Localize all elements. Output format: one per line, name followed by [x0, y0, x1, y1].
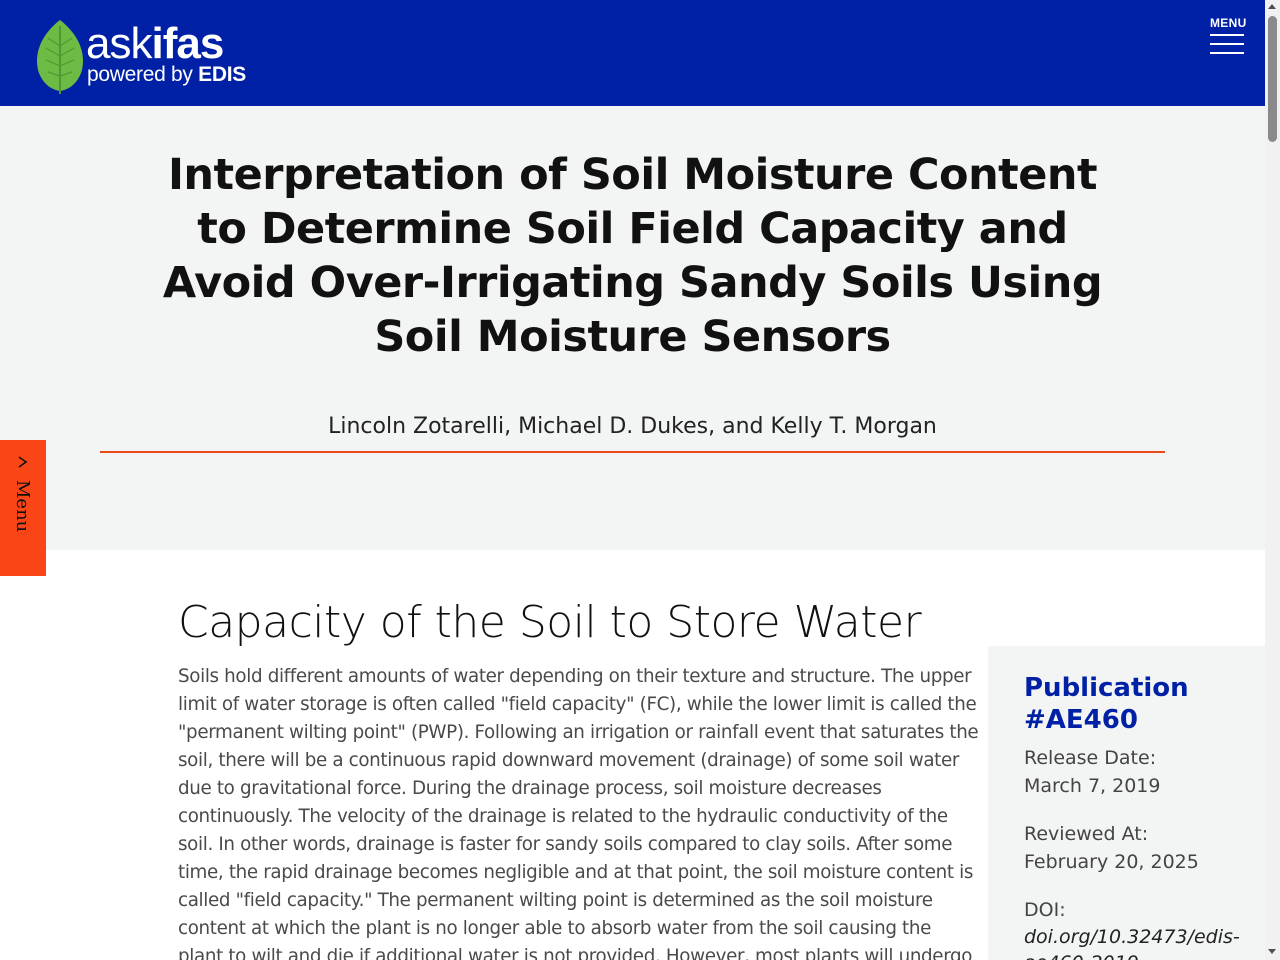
doi-link[interactable]: doi.org/10.32473/edis-ae460-2019 — [1024, 924, 1249, 960]
page-title: Interpretation of Soil Moisture Content … — [162, 150, 1103, 362]
logo-tagline: powered by EDIS — [87, 63, 246, 86]
menu-button-label: MENU — [1210, 16, 1247, 30]
reviewed-label: Reviewed At: — [1024, 823, 1149, 845]
logo-wordmark: askifas — [86, 19, 224, 68]
release-date-label: Release Date: — [1024, 747, 1157, 769]
title-divider — [100, 451, 1165, 453]
leaf-icon — [36, 20, 84, 94]
publication-number: Publication #AE460 — [1024, 673, 1189, 735]
section-heading: Capacity of the Soil to Store Water — [178, 597, 922, 648]
scrollbar-thumb[interactable] — [1268, 16, 1277, 142]
release-date: March 7, 2019 — [1024, 775, 1161, 797]
site-header: askifas powered by EDIS MENU — [0, 0, 1265, 106]
authors: Lincoln Zotarelli, Michael D. Dukes, and… — [328, 414, 937, 439]
article-hero: Interpretation of Soil Moisture Content … — [0, 106, 1265, 550]
hamburger-icon — [1210, 34, 1244, 36]
side-menu-tab[interactable]: Menu — [0, 440, 46, 576]
askifas-logo[interactable]: askifas powered by EDIS — [34, 18, 274, 94]
scroll-up-arrow-icon[interactable] — [1268, 4, 1276, 9]
main-menu-button[interactable]: MENU — [1206, 14, 1248, 58]
scroll-down-arrow-icon[interactable] — [1268, 949, 1276, 954]
section-body: Soils hold different amounts of water de… — [178, 666, 979, 960]
chevron-right-icon — [18, 456, 28, 468]
doi-label: DOI: — [1024, 899, 1066, 921]
reviewed-date: February 20, 2025 — [1024, 851, 1199, 873]
publication-info: Publication #AE460 Release Date: March 7… — [988, 646, 1265, 960]
side-menu-label: Menu — [12, 480, 33, 533]
page-scrollbar[interactable] — [1265, 0, 1280, 960]
